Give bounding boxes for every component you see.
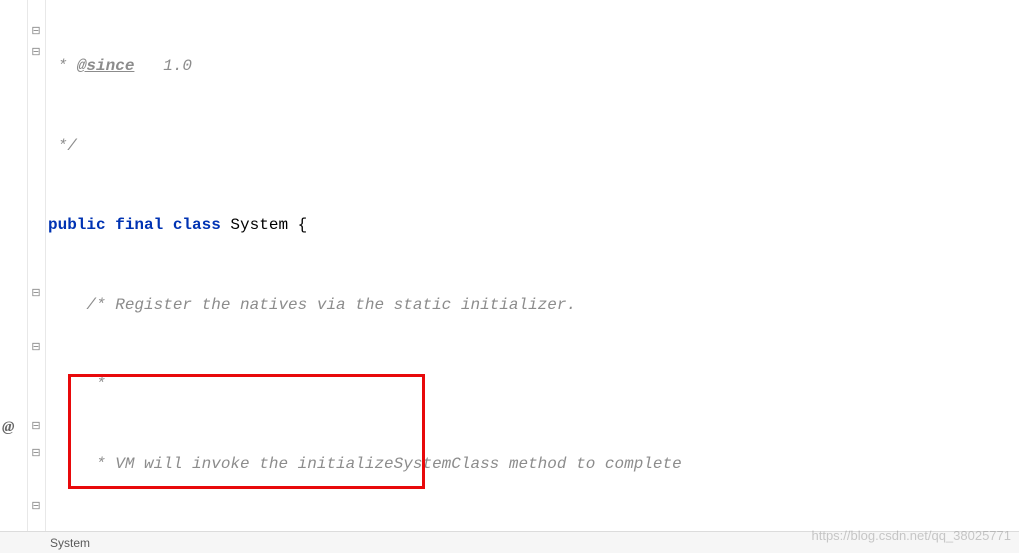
comment-text: * VM will invoke the initializeSystemCla…: [48, 455, 682, 473]
class-name: System {: [221, 216, 307, 234]
fold-marker[interactable]: ⊟: [30, 24, 42, 38]
fold-marker[interactable]: ⊟: [30, 446, 42, 460]
fold-marker[interactable]: ⊟: [30, 45, 42, 59]
breadcrumb-bar[interactable]: System: [0, 531, 1019, 553]
comment-end: */: [48, 137, 77, 155]
comment-text: /* Register the natives via the static i…: [48, 296, 576, 314]
keyword: public final class: [48, 216, 221, 234]
doc-tag-since: @since: [77, 57, 135, 75]
code-editor[interactable]: * @since 1.0 */ public final class Syste…: [46, 0, 1019, 553]
editor-gutter: ⊟ ⊟ ⊟ ⊟ @ ⊟ ⊟ ⊟: [0, 0, 46, 553]
fold-marker[interactable]: ⊟: [30, 419, 42, 433]
override-icon[interactable]: @: [2, 419, 14, 436]
comment-text: 1.0: [134, 57, 192, 75]
breadcrumb-item[interactable]: System: [50, 536, 90, 550]
fold-marker[interactable]: ⊟: [30, 499, 42, 513]
comment-text: *: [48, 375, 106, 393]
fold-marker[interactable]: ⊟: [30, 286, 42, 300]
comment-text: *: [48, 57, 77, 75]
fold-marker[interactable]: ⊟: [30, 340, 42, 354]
